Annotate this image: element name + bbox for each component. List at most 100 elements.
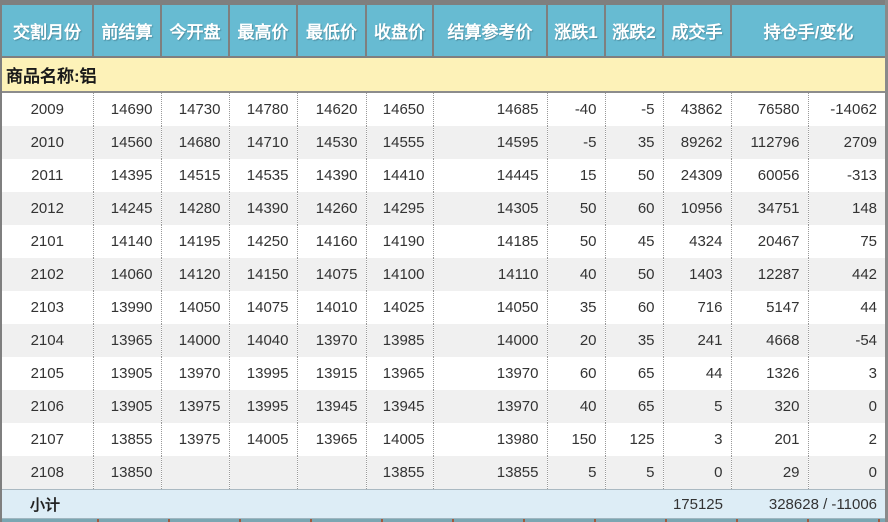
cell-close: 14410 bbox=[365, 159, 433, 192]
cell-open-interest: 60056 bbox=[730, 159, 808, 192]
cell-change2: 5 bbox=[604, 456, 663, 490]
cell-open-interest: 320 bbox=[730, 390, 808, 423]
cell-open-interest: 29 bbox=[730, 456, 808, 490]
table-row: 2012 14245 14280 14390 14260 14295 14305 50 60 10… bbox=[2, 192, 885, 225]
col-header-prev-settle: 前结算 bbox=[92, 5, 161, 58]
cell-volume: 3 bbox=[662, 423, 731, 456]
cell-prev-settle: 13990 bbox=[92, 291, 161, 324]
table-row: 2010 14560 14680 14710 14530 14555 14595 -5 35 89… bbox=[2, 126, 885, 159]
cell-volume: 24309 bbox=[662, 159, 731, 192]
cell-close: 13965 bbox=[365, 357, 433, 390]
cell-delivery-month: 2107 bbox=[2, 423, 93, 456]
product-name-row: 商品名称:铝 bbox=[2, 57, 885, 93]
cell-delivery-month: 2101 bbox=[2, 225, 93, 258]
cell-change1: 50 bbox=[546, 225, 605, 258]
cell-change1: 5 bbox=[546, 456, 605, 490]
cell-high: 14250 bbox=[228, 225, 297, 258]
cell-settle-ref: 14000 bbox=[432, 324, 547, 357]
table-row: 2104 13965 14000 14040 13970 13985 14000 20 35 24… bbox=[2, 324, 885, 357]
cell-change1: -5 bbox=[546, 126, 605, 159]
cell-close: 14100 bbox=[365, 258, 433, 291]
cell-change2: 65 bbox=[604, 357, 663, 390]
cell-high: 14535 bbox=[228, 159, 297, 192]
cell-oi-change: -14062 bbox=[807, 92, 885, 126]
table-row: 2101 14140 14195 14250 14160 14190 14185 50 45 43… bbox=[2, 225, 885, 258]
cell-close: 14005 bbox=[365, 423, 433, 456]
cell-high: 14075 bbox=[228, 291, 297, 324]
cell-change1: 60 bbox=[546, 357, 605, 390]
cell-high: 14780 bbox=[228, 92, 297, 126]
cell-volume: 0 bbox=[662, 456, 731, 490]
cell-settle-ref: 14685 bbox=[432, 92, 547, 126]
cell-change1: 50 bbox=[546, 192, 605, 225]
cell-change2: 125 bbox=[604, 423, 663, 456]
cell-change1: 20 bbox=[546, 324, 605, 357]
cell-prev-settle: 14560 bbox=[92, 126, 161, 159]
cell-open: 14730 bbox=[160, 92, 229, 126]
cell-settle-ref: 14595 bbox=[432, 126, 547, 159]
cell-open-interest: 1326 bbox=[730, 357, 808, 390]
table-row: 2009 14690 14730 14780 14620 14650 14685 -40 -5 4… bbox=[2, 92, 885, 126]
cell-open: 13975 bbox=[160, 423, 229, 456]
cell-prev-settle: 13855 bbox=[92, 423, 161, 456]
cell-open-interest: 201 bbox=[730, 423, 808, 456]
cell-delivery-month: 2106 bbox=[2, 390, 93, 423]
cell-high: 14710 bbox=[228, 126, 297, 159]
cell-settle-ref: 13970 bbox=[432, 390, 547, 423]
cell-prev-settle: 13965 bbox=[92, 324, 161, 357]
cell-low: 13965 bbox=[296, 423, 366, 456]
cell-open-interest: 76580 bbox=[730, 92, 808, 126]
cell-close: 14650 bbox=[365, 92, 433, 126]
cell-low: 14390 bbox=[296, 159, 366, 192]
cell-low: 13970 bbox=[296, 324, 366, 357]
cell-open-interest: 4668 bbox=[730, 324, 808, 357]
cell-prev-settle: 13905 bbox=[92, 390, 161, 423]
cell-prev-settle: 13905 bbox=[92, 357, 161, 390]
cell-change2: 35 bbox=[604, 126, 663, 159]
cell-change2: 50 bbox=[604, 159, 663, 192]
cell-oi-change: -313 bbox=[807, 159, 885, 192]
cell-volume: 4324 bbox=[662, 225, 731, 258]
table-row: 2102 14060 14120 14150 14075 14100 14110 40 50 14… bbox=[2, 258, 885, 291]
col-header-close: 收盘价 bbox=[365, 5, 433, 58]
cell-open: 14195 bbox=[160, 225, 229, 258]
col-header-delivery-month: 交割月份 bbox=[2, 5, 93, 58]
cell-change1: 15 bbox=[546, 159, 605, 192]
cell-change2: 35 bbox=[604, 324, 663, 357]
col-header-low: 最低价 bbox=[296, 5, 366, 58]
table-row: 2106 13905 13975 13995 13945 13945 13970 40 65 5 3… bbox=[2, 390, 885, 423]
cell-open-interest: 5147 bbox=[730, 291, 808, 324]
table-row: 2011 14395 14515 14535 14390 14410 14445 15 50 24… bbox=[2, 159, 885, 192]
cell-delivery-month: 2108 bbox=[2, 456, 93, 490]
cell-delivery-month: 2012 bbox=[2, 192, 93, 225]
cell-settle-ref: 14110 bbox=[432, 258, 547, 291]
table-row: 2107 13855 13975 14005 13965 14005 13980 150 125… bbox=[2, 423, 885, 456]
cell-prev-settle: 14140 bbox=[92, 225, 161, 258]
table-row: 2103 13990 14050 14075 14010 14025 14050 35 60 71… bbox=[2, 291, 885, 324]
cell-open: 14120 bbox=[160, 258, 229, 291]
cell-low: 13945 bbox=[296, 390, 366, 423]
cell-change2: -5 bbox=[604, 92, 663, 126]
cell-change1: 35 bbox=[546, 291, 605, 324]
table-header-row: 交割月份 前结算 今开盘 最高价 最低价 收盘价 结算参考价 涨跌1 涨跌2 成… bbox=[2, 5, 885, 58]
cell-close: 14555 bbox=[365, 126, 433, 159]
table-body: 2009 14690 14730 14780 14620 14650 14685 -40 -5 4… bbox=[2, 92, 885, 490]
col-header-change2: 涨跌2 bbox=[604, 5, 663, 58]
cell-volume: 241 bbox=[662, 324, 731, 357]
cell-low: 14160 bbox=[296, 225, 366, 258]
cell-delivery-month: 2104 bbox=[2, 324, 93, 357]
cell-high: 13995 bbox=[228, 357, 297, 390]
cell-delivery-month: 2011 bbox=[2, 159, 93, 192]
cell-settle-ref: 14185 bbox=[432, 225, 547, 258]
cell-volume: 1403 bbox=[662, 258, 731, 291]
cell-oi-change: -54 bbox=[807, 324, 885, 357]
cell-change2: 50 bbox=[604, 258, 663, 291]
cell-volume: 43862 bbox=[662, 92, 731, 126]
cell-oi-change: 442 bbox=[807, 258, 885, 291]
cell-close: 14025 bbox=[365, 291, 433, 324]
cell-high bbox=[228, 456, 297, 490]
cell-low bbox=[296, 456, 366, 490]
cell-volume: 89262 bbox=[662, 126, 731, 159]
cell-oi-change: 148 bbox=[807, 192, 885, 225]
cell-volume: 10956 bbox=[662, 192, 731, 225]
